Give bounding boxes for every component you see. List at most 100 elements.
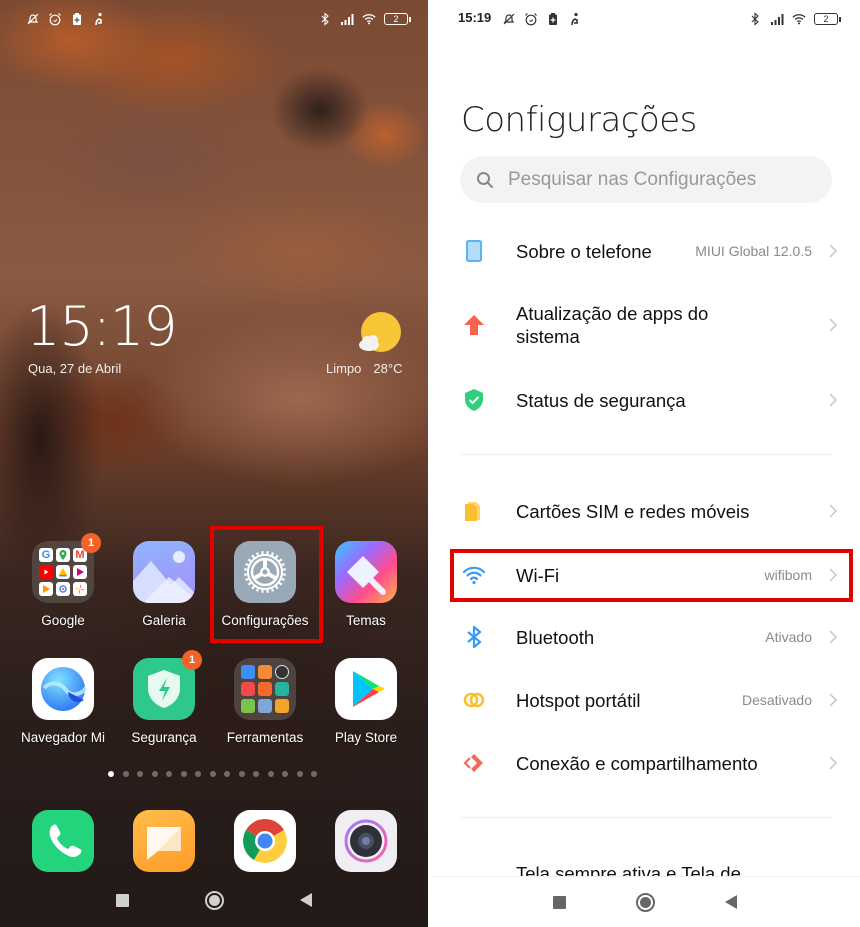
app-label: Navegador Mi bbox=[20, 730, 106, 745]
section-divider bbox=[460, 454, 832, 455]
settings-item-value: MIUI Global 12.0.5 bbox=[695, 243, 812, 259]
back-button[interactable] bbox=[296, 890, 316, 910]
page-dot[interactable] bbox=[253, 771, 259, 777]
page-dot[interactable] bbox=[151, 771, 158, 777]
square-icon bbox=[115, 893, 129, 907]
chevron-right-icon bbox=[829, 318, 838, 332]
chevron-right-icon bbox=[829, 630, 838, 644]
battery-level: 2 bbox=[384, 13, 408, 25]
page-dot[interactable] bbox=[224, 771, 230, 777]
bluetooth-icon bbox=[748, 12, 762, 26]
back-triangle-icon bbox=[725, 895, 737, 909]
chevron-right-icon bbox=[829, 568, 838, 582]
page-title: Configurações bbox=[461, 100, 697, 140]
page-dot[interactable] bbox=[296, 771, 303, 777]
home-button[interactable] bbox=[204, 890, 224, 910]
settings-item-label: Cartões SIM e redes móveis bbox=[516, 500, 750, 522]
page-dot[interactable] bbox=[108, 771, 114, 777]
settings-item-label: Hotspot portátil bbox=[516, 689, 641, 711]
clock-widget-time[interactable]: 15:19 bbox=[26, 300, 178, 354]
page-dot[interactable] bbox=[209, 771, 216, 777]
recents-button[interactable] bbox=[549, 892, 569, 912]
battery-saver-icon bbox=[70, 12, 84, 26]
section-divider bbox=[460, 817, 832, 818]
dock-phone[interactable] bbox=[13, 810, 113, 872]
page-indicator[interactable] bbox=[108, 771, 317, 777]
settings-item-hotspot[interactable]: Hotspot portátil Desativado bbox=[430, 677, 860, 723]
chevron-right-icon bbox=[829, 504, 838, 518]
page-dot[interactable] bbox=[282, 771, 288, 777]
weather-temperature: 28°C bbox=[373, 361, 403, 376]
back-button[interactable] bbox=[721, 892, 741, 912]
chevron-right-icon bbox=[829, 693, 838, 707]
app-configuracoes[interactable]: Configurações bbox=[215, 541, 315, 628]
hotspot-icon bbox=[462, 688, 486, 712]
battery-level: 2 bbox=[814, 13, 838, 25]
settings-item-label: Status de segurança bbox=[516, 389, 686, 411]
wifi-icon bbox=[462, 563, 486, 587]
page-dot[interactable] bbox=[311, 771, 317, 777]
recents-button[interactable] bbox=[112, 890, 132, 910]
bell-off-icon bbox=[502, 12, 516, 26]
circle-icon bbox=[635, 892, 655, 912]
accessibility-icon bbox=[92, 12, 106, 26]
page-dot[interactable] bbox=[166, 771, 172, 777]
clock-widget-date: Qua, 27 de Abril bbox=[28, 361, 122, 376]
back-triangle-icon bbox=[300, 893, 312, 907]
search-icon bbox=[476, 171, 494, 189]
settings-item-conexao[interactable]: Conexão e compartilhamento bbox=[430, 740, 860, 786]
navigation-bar bbox=[430, 876, 860, 927]
settings-item-value: Ativado bbox=[765, 629, 812, 645]
alarm-icon bbox=[48, 12, 62, 26]
app-temas[interactable]: Temas bbox=[316, 541, 416, 628]
accessibility-icon bbox=[568, 12, 582, 26]
settings-item-status-seguranca[interactable]: Status de segurança bbox=[430, 377, 860, 423]
settings-item-bluetooth[interactable]: Bluetooth Ativado bbox=[430, 614, 860, 660]
chevron-right-icon bbox=[829, 393, 838, 407]
phone-info-icon bbox=[462, 239, 486, 263]
settings-item-atualizacao-apps[interactable]: Atualização de apps do sistema bbox=[430, 300, 860, 350]
settings-item-label: Wi-Fi bbox=[516, 564, 560, 586]
app-google-folder[interactable]: 1 G M Google bbox=[13, 533, 113, 628]
app-label: Temas bbox=[346, 613, 386, 628]
battery-tip bbox=[409, 16, 411, 22]
page-dot[interactable] bbox=[267, 771, 274, 777]
app-label: Google bbox=[41, 613, 85, 628]
messages-icon bbox=[133, 810, 195, 872]
security-check-icon bbox=[462, 388, 486, 412]
phone-icon bbox=[32, 810, 94, 872]
page-dot[interactable] bbox=[137, 771, 143, 777]
update-arrow-icon bbox=[462, 313, 486, 337]
settings-item-sobre-o-telefone[interactable]: Sobre o telefone MIUI Global 12.0.5 bbox=[430, 228, 860, 274]
battery-tip bbox=[839, 16, 841, 22]
connection-share-icon bbox=[462, 751, 486, 775]
page-dot[interactable] bbox=[122, 771, 129, 777]
page-dot[interactable] bbox=[238, 771, 245, 777]
weather-condition: Limpo bbox=[326, 361, 362, 376]
app-play-store[interactable]: Play Store bbox=[316, 658, 416, 745]
app-ferramentas-folder[interactable]: Ferramentas bbox=[215, 658, 315, 745]
dock-messages[interactable] bbox=[114, 810, 214, 872]
dock-chrome[interactable] bbox=[215, 810, 315, 872]
settings-item-label: Conexão e compartilhamento bbox=[516, 752, 758, 774]
app-label: Play Store bbox=[334, 730, 398, 745]
app-seguranca[interactable]: 1 Segurança bbox=[114, 650, 214, 745]
status-bar-right: 2 bbox=[748, 10, 841, 28]
app-navegador-mi[interactable]: Navegador Mi bbox=[13, 658, 113, 745]
settings-gear-icon bbox=[234, 541, 296, 603]
search-bar[interactable] bbox=[460, 156, 832, 203]
search-input[interactable] bbox=[508, 168, 808, 191]
page-dot[interactable] bbox=[195, 771, 201, 777]
page-dot[interactable] bbox=[180, 771, 187, 777]
sun-cloud-icon[interactable] bbox=[358, 312, 402, 356]
settings-item-wifi[interactable]: Wi-Fi wifibom bbox=[430, 552, 860, 598]
weather-widget[interactable]: Limpo 28°C bbox=[326, 361, 402, 376]
app-galeria[interactable]: Galeria bbox=[114, 541, 214, 628]
settings-item-value: wifibom bbox=[764, 567, 812, 583]
wifi-icon bbox=[792, 12, 806, 26]
dock-camera[interactable] bbox=[316, 810, 416, 872]
settings-item-cartoes-sim[interactable]: Cartões SIM e redes móveis bbox=[430, 488, 860, 534]
home-button[interactable] bbox=[635, 892, 655, 912]
signal-icon bbox=[770, 12, 784, 26]
battery-indicator: 2 bbox=[814, 13, 841, 25]
